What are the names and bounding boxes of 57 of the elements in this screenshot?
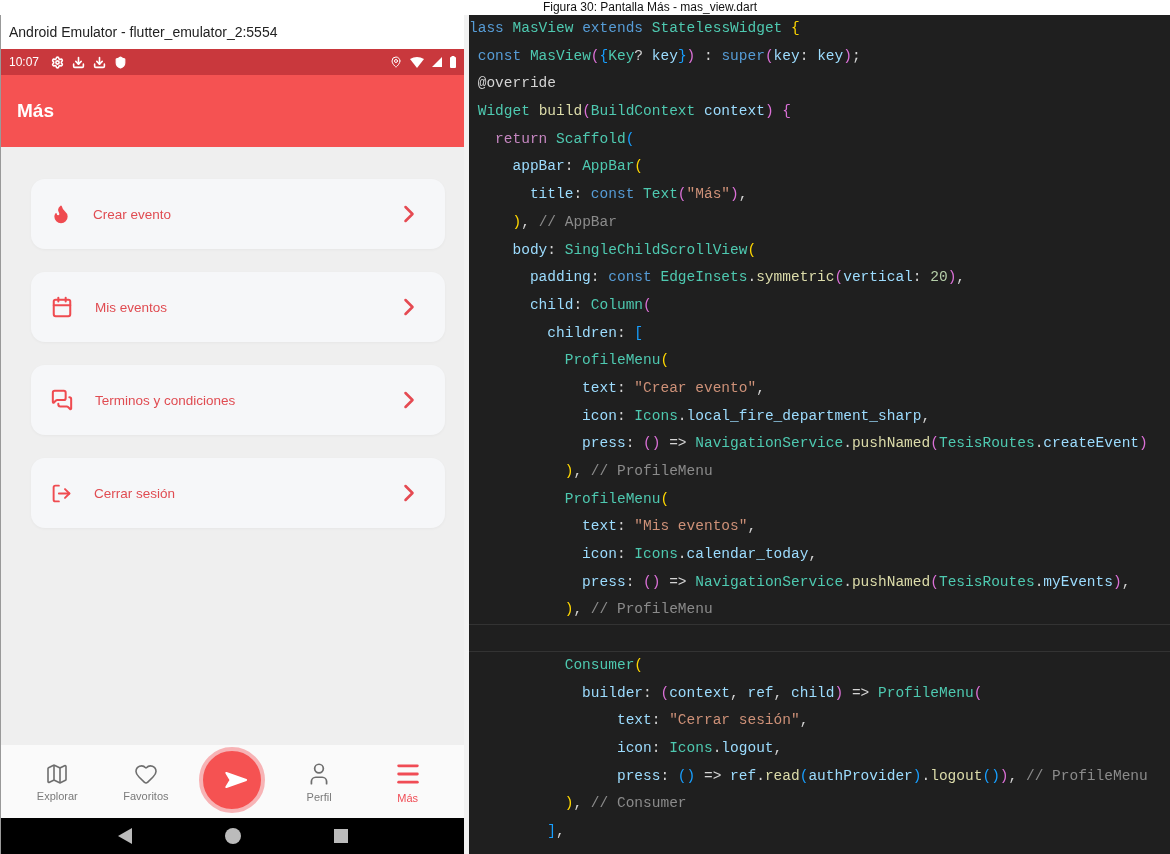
nav-tab[interactable]: Más (372, 759, 443, 804)
logout-icon (51, 482, 72, 504)
code-line: text: "Cerrar sesión", (615, 711, 809, 731)
code-line: appBar: AppBar( (511, 157, 644, 177)
calendar-icon (51, 296, 73, 318)
code-line: ProfileMenu( (563, 489, 670, 509)
menu-card[interactable]: Mis eventos (31, 272, 445, 342)
code-line: const MasView({Key? key}) : super(key: key); (476, 46, 861, 66)
code-line: Consumer( (563, 655, 644, 675)
code-line: children: [ (546, 323, 644, 343)
code-line: press: () => NavigationService.pushNamed(TesisRoutes.createEvent) (581, 434, 1148, 454)
code-line: press: () => NavigationService.pushNamed(TesisRoutes.myEvents), (581, 572, 1131, 592)
window-title: Android Emulator - flutter_emulator_2:5554 (1, 15, 464, 49)
signal-icon (432, 57, 442, 67)
shield-icon (114, 55, 128, 69)
code-line: press: () => ref.read(authProvider).logout()), // ProfileMenu (615, 766, 1148, 786)
nav-tab[interactable]: Perfil (284, 760, 355, 803)
flame-icon (51, 204, 71, 224)
code-line: icon: Icons.logout, (615, 738, 783, 758)
code-line: text: "Mis eventos", (581, 517, 757, 537)
battery-icon (450, 56, 456, 68)
code-line: icon: Icons.calendar_today, (581, 545, 818, 565)
nav-tab[interactable]: Explorar (22, 761, 93, 802)
location-icon (390, 56, 402, 68)
recents-icon[interactable] (333, 829, 348, 843)
home-icon[interactable] (224, 828, 241, 844)
menu-card[interactable]: Terminos y condiciones (31, 365, 445, 435)
code-line: title: const Text("Más"), (528, 185, 748, 205)
wifi-icon (410, 56, 424, 68)
nav-tab[interactable]: Favoritos (110, 761, 181, 802)
code-line: Widget build(BuildContext context) { (476, 102, 791, 122)
code-line: return Scaffold( (494, 129, 635, 149)
chat-icon (51, 389, 73, 411)
settings-icon (51, 55, 65, 69)
code-line: text: "Crear evento", (581, 378, 765, 398)
code-line: builder: (context, ref, child) => ProfileMenu( (581, 683, 983, 703)
code-line: lass MasView extends StatelessWidget { (469, 19, 800, 38)
status-time: 10:07 (9, 55, 40, 69)
code-line: ], (546, 821, 565, 841)
download-icon (72, 55, 86, 69)
menu-card[interactable]: Crear evento (31, 179, 445, 249)
code-line: body: SingleChildScrollView( (511, 240, 757, 260)
back-icon[interactable] (117, 828, 132, 844)
code-line: ), // ProfileMenu (563, 462, 713, 481)
code-line: padding: const EdgeInsets.symmetric(vertical: 20), (528, 268, 966, 288)
map-icon (45, 761, 70, 786)
code-line: ), // ProfileMenu (563, 600, 713, 620)
code-line: ProfileMenu( (563, 351, 670, 371)
code-line: @override (476, 74, 556, 94)
app-bar-title: Más (17, 100, 54, 122)
download-icon (93, 55, 107, 69)
code-line: icon: Icons.local_fire_department_sharp, (581, 406, 931, 426)
figure-caption: Figura 30: Pantalla Más - mas_view.dart (541, 0, 759, 15)
code-line: ), // Consumer (563, 794, 687, 814)
code-line: ), // AppBar (511, 212, 617, 232)
menu-card[interactable]: Cerrar sesión (31, 458, 445, 528)
code-line: child: Column( (528, 295, 652, 315)
